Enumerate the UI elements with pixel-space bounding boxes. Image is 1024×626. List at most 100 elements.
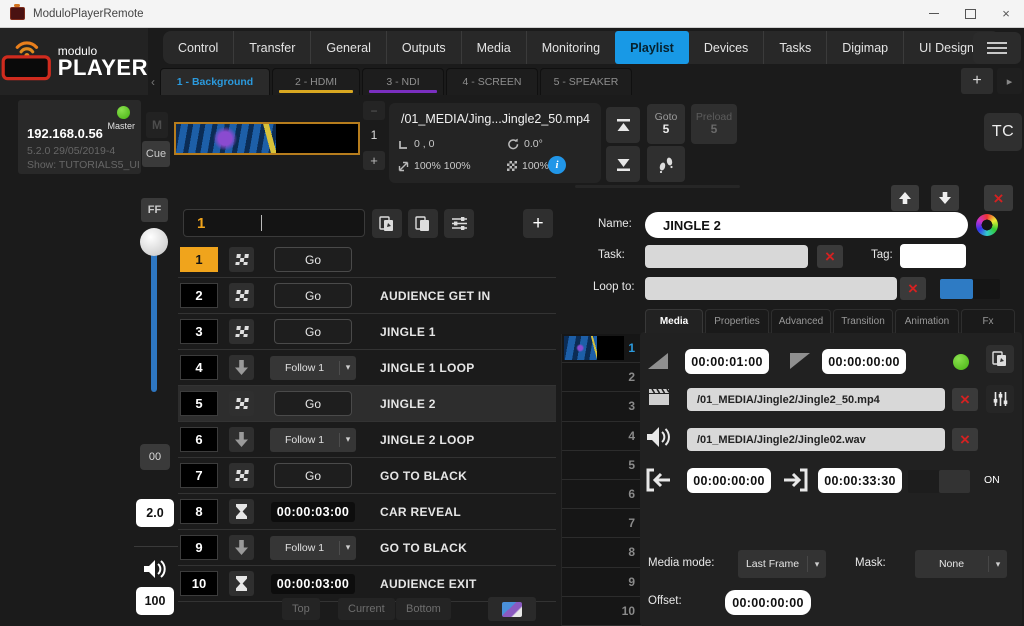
clear-video-button[interactable]: × bbox=[952, 388, 978, 411]
out-point-field[interactable]: 00:00:33:30 bbox=[818, 468, 902, 493]
layer-row-3[interactable]: 3 bbox=[562, 392, 642, 422]
main-tab-general[interactable]: General bbox=[310, 31, 385, 64]
pin-media-button[interactable] bbox=[986, 345, 1014, 373]
editor-tab-advanced[interactable]: Advanced bbox=[771, 309, 831, 333]
audio-path-field[interactable]: /01_MEDIA/Jingle2/Jingle02.wav bbox=[687, 428, 945, 451]
playlist-tab-1[interactable]: 1 - Background bbox=[160, 68, 270, 95]
playlist-tab-3[interactable]: 3 - NDI bbox=[362, 68, 444, 95]
cue-number-badge[interactable]: 7 bbox=[180, 463, 218, 488]
playlist-row-3[interactable]: 3 Go JINGLE 1 bbox=[178, 314, 556, 350]
layer-minus-button[interactable]: − bbox=[363, 101, 385, 120]
delete-cue-button[interactable]: × bbox=[984, 185, 1013, 211]
main-tab-monitoring[interactable]: Monitoring bbox=[525, 31, 615, 64]
cue-trigger-type-icon[interactable] bbox=[229, 355, 254, 380]
cue-trigger-type-icon[interactable] bbox=[229, 283, 254, 308]
playlist-row-2[interactable]: 2 Go AUDIENCE GET IN bbox=[178, 278, 556, 314]
editor-tab-animation[interactable]: Animation bbox=[895, 309, 959, 333]
master-fader-knob[interactable] bbox=[140, 228, 168, 256]
clear-loop-button[interactable]: × bbox=[900, 277, 926, 300]
cue-number-badge[interactable]: 9 bbox=[180, 535, 218, 560]
fade-in-field[interactable]: 00:00:01:00 bbox=[685, 349, 769, 374]
go-button[interactable]: Go bbox=[274, 391, 352, 416]
fade-out-field[interactable]: 00:00:00:00 bbox=[822, 349, 906, 374]
cue-trigger-type-icon[interactable] bbox=[229, 427, 254, 452]
scroll-tabs-right-button[interactable]: ▸ bbox=[997, 68, 1022, 94]
cue-number-badge[interactable]: 8 bbox=[180, 499, 218, 524]
in-point-field[interactable]: 00:00:00:00 bbox=[687, 468, 771, 493]
layer-row-10[interactable]: 10 bbox=[562, 596, 642, 626]
main-tab-devices[interactable]: Devices bbox=[689, 31, 763, 64]
loop-toggle[interactable] bbox=[940, 279, 1000, 299]
paste-cue-button[interactable] bbox=[372, 209, 402, 238]
layer-row-8[interactable]: 8 bbox=[562, 538, 642, 568]
clear-task-button[interactable]: × bbox=[817, 245, 843, 268]
main-tab-outputs[interactable]: Outputs bbox=[385, 31, 461, 64]
playlist-row-7[interactable]: 7 Go GO TO BLACK bbox=[178, 458, 556, 494]
media-adjust-button[interactable] bbox=[986, 385, 1014, 413]
editor-tab-media[interactable]: Media bbox=[645, 309, 703, 333]
go-button[interactable]: Go bbox=[274, 283, 352, 308]
scroll-current-button[interactable]: Current bbox=[338, 598, 395, 620]
scroll-tabs-left-button[interactable]: ‹ bbox=[146, 69, 160, 95]
playlist-tab-4[interactable]: 4 - SCREEN bbox=[446, 68, 538, 95]
clear-audio-button[interactable]: × bbox=[952, 428, 978, 451]
master-fader-track[interactable] bbox=[151, 236, 157, 392]
follow-dropdown[interactable]: Follow 1 ▾ bbox=[270, 355, 356, 380]
volume-field[interactable]: 100 bbox=[136, 587, 174, 615]
layer-row-2[interactable]: 2 bbox=[562, 363, 642, 393]
playlist-row-9[interactable]: 9 Follow 1 ▾ GO TO BLACK bbox=[178, 530, 556, 566]
cue-number-badge[interactable]: 5 bbox=[180, 391, 218, 416]
follow-steps-button[interactable] bbox=[647, 146, 685, 182]
layer-row-9[interactable]: 9 bbox=[562, 567, 642, 597]
mask-dropdown[interactable]: None ▾ bbox=[915, 550, 1007, 578]
cue-number-badge[interactable]: 4 bbox=[180, 355, 218, 380]
layer-row-1[interactable]: 1 bbox=[562, 334, 642, 364]
cue-trigger-type-icon[interactable] bbox=[229, 535, 254, 560]
cue-number-field[interactable]: 1 bbox=[183, 209, 365, 237]
skip-to-top-button[interactable] bbox=[606, 107, 640, 143]
go-button[interactable]: Go bbox=[274, 247, 352, 272]
add-cue-button[interactable]: + bbox=[523, 209, 553, 238]
editor-tab-fx[interactable]: Fx bbox=[961, 309, 1015, 333]
layer-row-7[interactable]: 7 bbox=[562, 509, 642, 539]
info-icon[interactable]: i bbox=[548, 156, 566, 174]
playlist-tab-5[interactable]: 5 - SPEAKER bbox=[540, 68, 632, 95]
cue-trigger-type-icon[interactable] bbox=[229, 571, 254, 596]
go-button[interactable]: Go bbox=[274, 319, 352, 344]
cue-name-input[interactable]: JINGLE 2 bbox=[645, 212, 968, 238]
cue-number-badge[interactable]: 6 bbox=[180, 427, 218, 452]
cue-button[interactable]: Cue bbox=[142, 141, 170, 167]
follow-dropdown[interactable]: Follow 1 ▾ bbox=[270, 427, 356, 452]
cue-number-badge[interactable]: 10 bbox=[180, 571, 218, 596]
out-point-toggle[interactable] bbox=[908, 470, 970, 493]
cue-trigger-type-icon[interactable] bbox=[229, 391, 254, 416]
maximize-button[interactable] bbox=[952, 0, 988, 27]
copy-cue-button[interactable] bbox=[408, 209, 438, 238]
tag-input[interactable] bbox=[900, 244, 966, 268]
playlist-tab-2[interactable]: 2 - HDMI bbox=[272, 68, 360, 95]
color-wheel-button[interactable] bbox=[976, 214, 998, 236]
scroll-top-button[interactable]: Top bbox=[282, 598, 320, 620]
fade-rate-field[interactable]: 2.0 bbox=[136, 499, 174, 527]
cue-number-badge[interactable]: 1 bbox=[180, 247, 218, 272]
editor-tab-transition[interactable]: Transition bbox=[833, 309, 893, 333]
main-tab-transfer[interactable]: Transfer bbox=[233, 31, 310, 64]
wait-time-field[interactable]: 00:00:03:00 bbox=[270, 501, 356, 522]
layer-row-4[interactable]: 4 bbox=[562, 421, 642, 451]
editor-tab-properties[interactable]: Properties bbox=[705, 309, 769, 333]
close-button[interactable]: × bbox=[988, 0, 1024, 27]
menu-button[interactable] bbox=[973, 32, 1021, 64]
playlist-row-4[interactable]: 4 Follow 1 ▾ JINGLE 1 LOOP bbox=[178, 350, 556, 386]
cue-trigger-type-icon[interactable] bbox=[229, 463, 254, 488]
layer-row-6[interactable]: 6 bbox=[562, 479, 642, 510]
layer-row-5[interactable]: 5 bbox=[562, 450, 642, 480]
minimize-button[interactable] bbox=[916, 0, 952, 27]
main-tab-tasks[interactable]: Tasks bbox=[763, 31, 826, 64]
ff-button[interactable]: FF bbox=[141, 198, 168, 222]
preload-button[interactable]: Preload 5 bbox=[691, 104, 737, 144]
layer-plus-button[interactable]: + bbox=[363, 151, 385, 170]
media-library-button[interactable] bbox=[488, 597, 536, 621]
wait-time-field[interactable]: 00:00:03:00 bbox=[270, 573, 356, 594]
goto-button[interactable]: Goto 5 bbox=[647, 104, 685, 144]
media-preview-thumbnail[interactable] bbox=[174, 122, 360, 155]
